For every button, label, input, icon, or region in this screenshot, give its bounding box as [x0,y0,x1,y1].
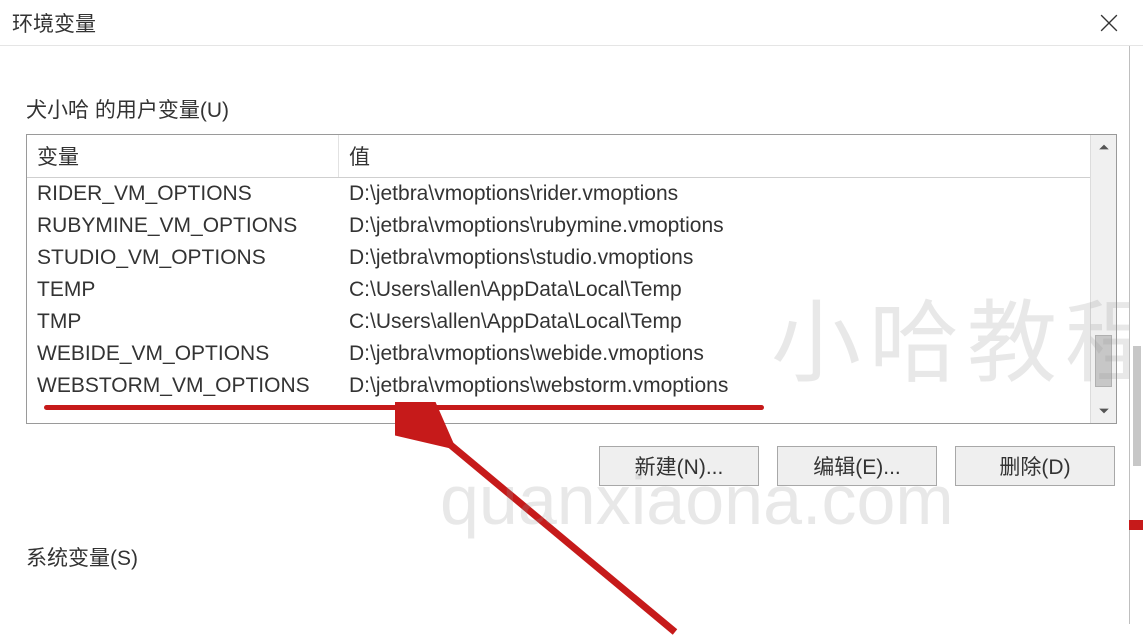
table-header: 变量 值 [27,135,1090,178]
system-vars-label: 系统变量(S) [26,542,1117,572]
close-button[interactable] [1087,1,1131,45]
watermark-url: quanxiaona.com [440,460,954,540]
window-title: 环境变量 [12,8,96,38]
cell-var-name: WEBIDE_VM_OPTIONS [27,338,339,370]
outer-scroll-thumb[interactable] [1133,346,1141,466]
cell-var-name: TMP [27,306,339,338]
table-row[interactable]: RUBYMINE_VM_OPTIONSD:\jetbra\vmoptions\r… [27,210,1090,242]
cell-var-name: STUDIO_VM_OPTIONS [27,242,339,274]
watermark-text: 小哈教程 [771,270,1143,400]
cell-var-name: RIDER_VM_OPTIONS [27,178,339,210]
titlebar: 环境变量 [0,0,1143,46]
cell-var-name: RUBYMINE_VM_OPTIONS [27,210,339,242]
user-vars-label: 犬小哈 的用户变量(U) [26,94,1117,124]
cell-var-value: D:\jetbra\vmoptions\rubymine.vmoptions [339,210,1090,242]
chevron-down-icon [1098,405,1110,417]
delete-button[interactable]: 删除(D) [955,446,1115,486]
cell-var-name: TEMP [27,274,339,306]
cell-var-value: D:\jetbra\vmoptions\rider.vmoptions [339,178,1090,210]
scroll-up-button[interactable] [1091,135,1116,159]
cell-var-name: WEBSTORM_VM_OPTIONS [27,370,339,402]
chevron-up-icon [1098,141,1110,153]
column-header-name[interactable]: 变量 [27,135,339,177]
outer-scrollbar[interactable] [1129,46,1143,624]
annotation-underline [44,405,764,410]
column-header-value[interactable]: 值 [339,135,1090,177]
table-row[interactable]: RIDER_VM_OPTIONSD:\jetbra\vmoptions\ride… [27,178,1090,210]
scroll-down-button[interactable] [1091,399,1116,423]
close-icon [1100,14,1118,32]
annotation-edge [1129,520,1143,530]
